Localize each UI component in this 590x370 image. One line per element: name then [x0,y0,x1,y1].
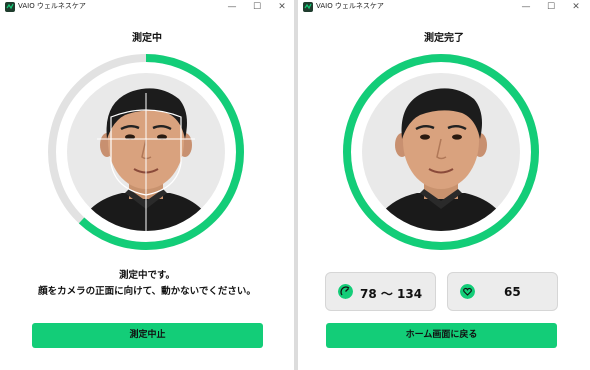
title-bar[interactable]: VAIO ウェルネスケア — ☐ ✕ [298,0,590,14]
measurement-progress-ring [341,52,541,252]
close-button[interactable]: ✕ [272,0,292,14]
blood-pressure-card: 78 ～ 134 [325,272,436,311]
close-button[interactable]: ✕ [566,0,586,14]
maximize-button[interactable]: ☐ [541,0,561,14]
measuring-window: VAIO ウェルネスケア — ☐ ✕ 測定中 測定中です。 顔をカメラの正面に向… [0,0,294,370]
vaio-app-icon [5,2,15,12]
window-title: VAIO ウェルネスケア [18,2,86,10]
maximize-button[interactable]: ☐ [247,0,267,14]
return-home-button[interactable]: ホーム画面に戻る [326,323,557,348]
face-camera-view [67,73,225,231]
face-photo [362,73,520,231]
result-window: VAIO ウェルネスケア — ☐ ✕ 測定完了 78 ～ 134 65 ホーム画… [298,0,590,370]
measurement-progress-ring [46,52,246,252]
blood-pressure-value: 78 ～ 134 [360,287,423,301]
title-bar[interactable]: VAIO ウェルネスケア — ☐ ✕ [0,0,294,14]
instruction-text-1: 測定中です。 [118,270,176,281]
heart-icon [460,284,475,299]
stop-measurement-button[interactable]: 測定中止 [32,323,263,348]
vaio-app-icon [303,2,313,12]
minimize-button[interactable]: — [516,0,536,14]
heart-rate-value: 65 [504,285,521,299]
screen-title: 測定完了 [424,33,464,44]
instruction-text-2: 顔をカメラの正面に向けて、動かないでください。 [38,286,256,297]
heart-rate-card: 65 [447,272,558,311]
screen-title: 測定中 [132,33,162,44]
blood-pressure-gauge-icon [338,284,353,299]
window-title: VAIO ウェルネスケア [316,2,384,10]
minimize-button[interactable]: — [222,0,242,14]
